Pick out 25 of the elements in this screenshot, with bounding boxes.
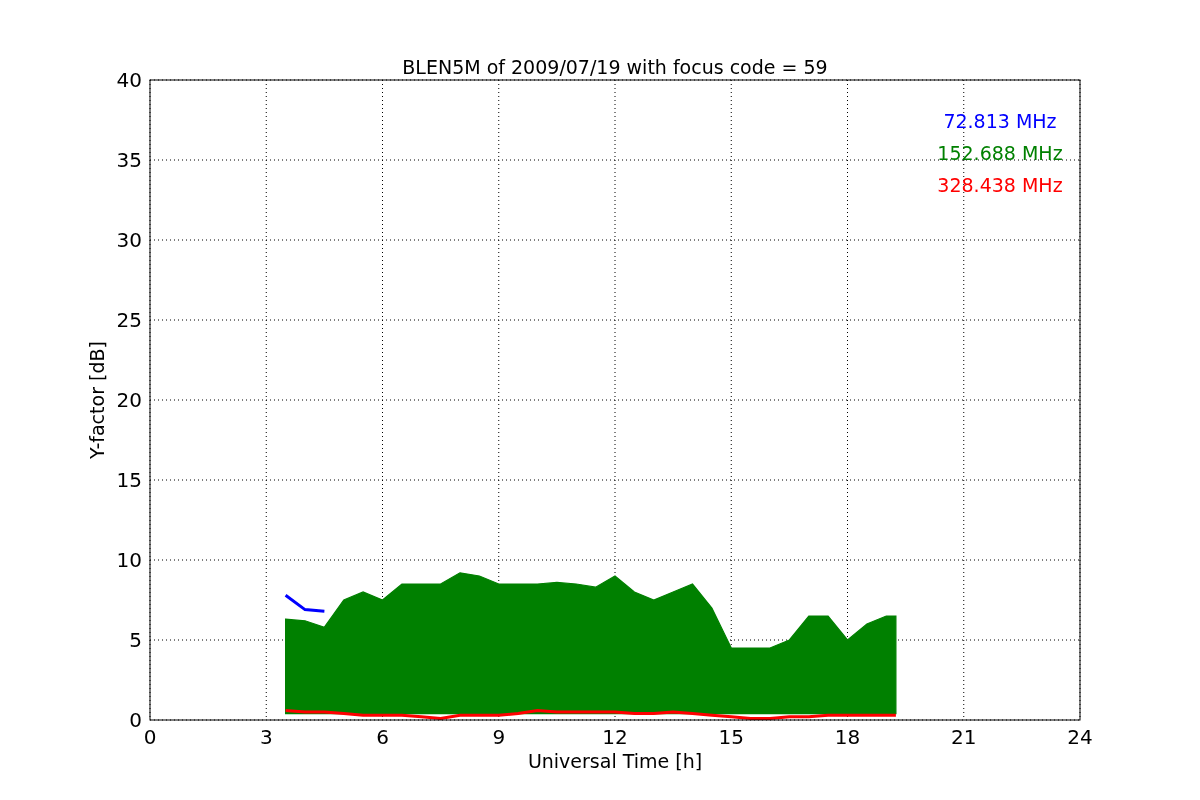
y-tick-label: 40	[116, 68, 142, 92]
legend-label: 328.438 MHz	[937, 174, 1063, 196]
x-tick-label: 21	[951, 725, 977, 749]
x-tick-label: 6	[376, 725, 389, 749]
y-tick-label: 10	[116, 548, 142, 572]
x-tick-label: 12	[602, 725, 628, 749]
x-tick-label: 0	[143, 725, 157, 749]
legend-label: 72.813 MHz	[943, 110, 1057, 132]
y-tick-label: 5	[129, 628, 142, 652]
x-tick-label: 9	[492, 725, 506, 749]
x-tick-label: 24	[1067, 725, 1093, 749]
series-line	[284, 594, 325, 613]
y-tick-label: 30	[116, 228, 142, 252]
x-tick-label: 18	[834, 725, 861, 749]
y-tick-label: 35	[116, 148, 142, 172]
y-axis-label: Y-factor [dB]	[86, 341, 108, 459]
y-tick-label: 25	[116, 308, 142, 332]
y-tick-label: 15	[116, 468, 142, 492]
x-axis-label: Universal Time [h]	[527, 750, 703, 772]
chart-title: BLEN5M of 2009/07/19 with focus code = 59	[402, 56, 828, 78]
x-tick-label: 3	[259, 725, 273, 749]
x-tick-label: 15	[718, 725, 744, 749]
y-tick-label: 0	[129, 708, 142, 732]
y-tick-label: 20	[116, 388, 142, 412]
legend-label: 152.688 MHz	[937, 142, 1063, 164]
